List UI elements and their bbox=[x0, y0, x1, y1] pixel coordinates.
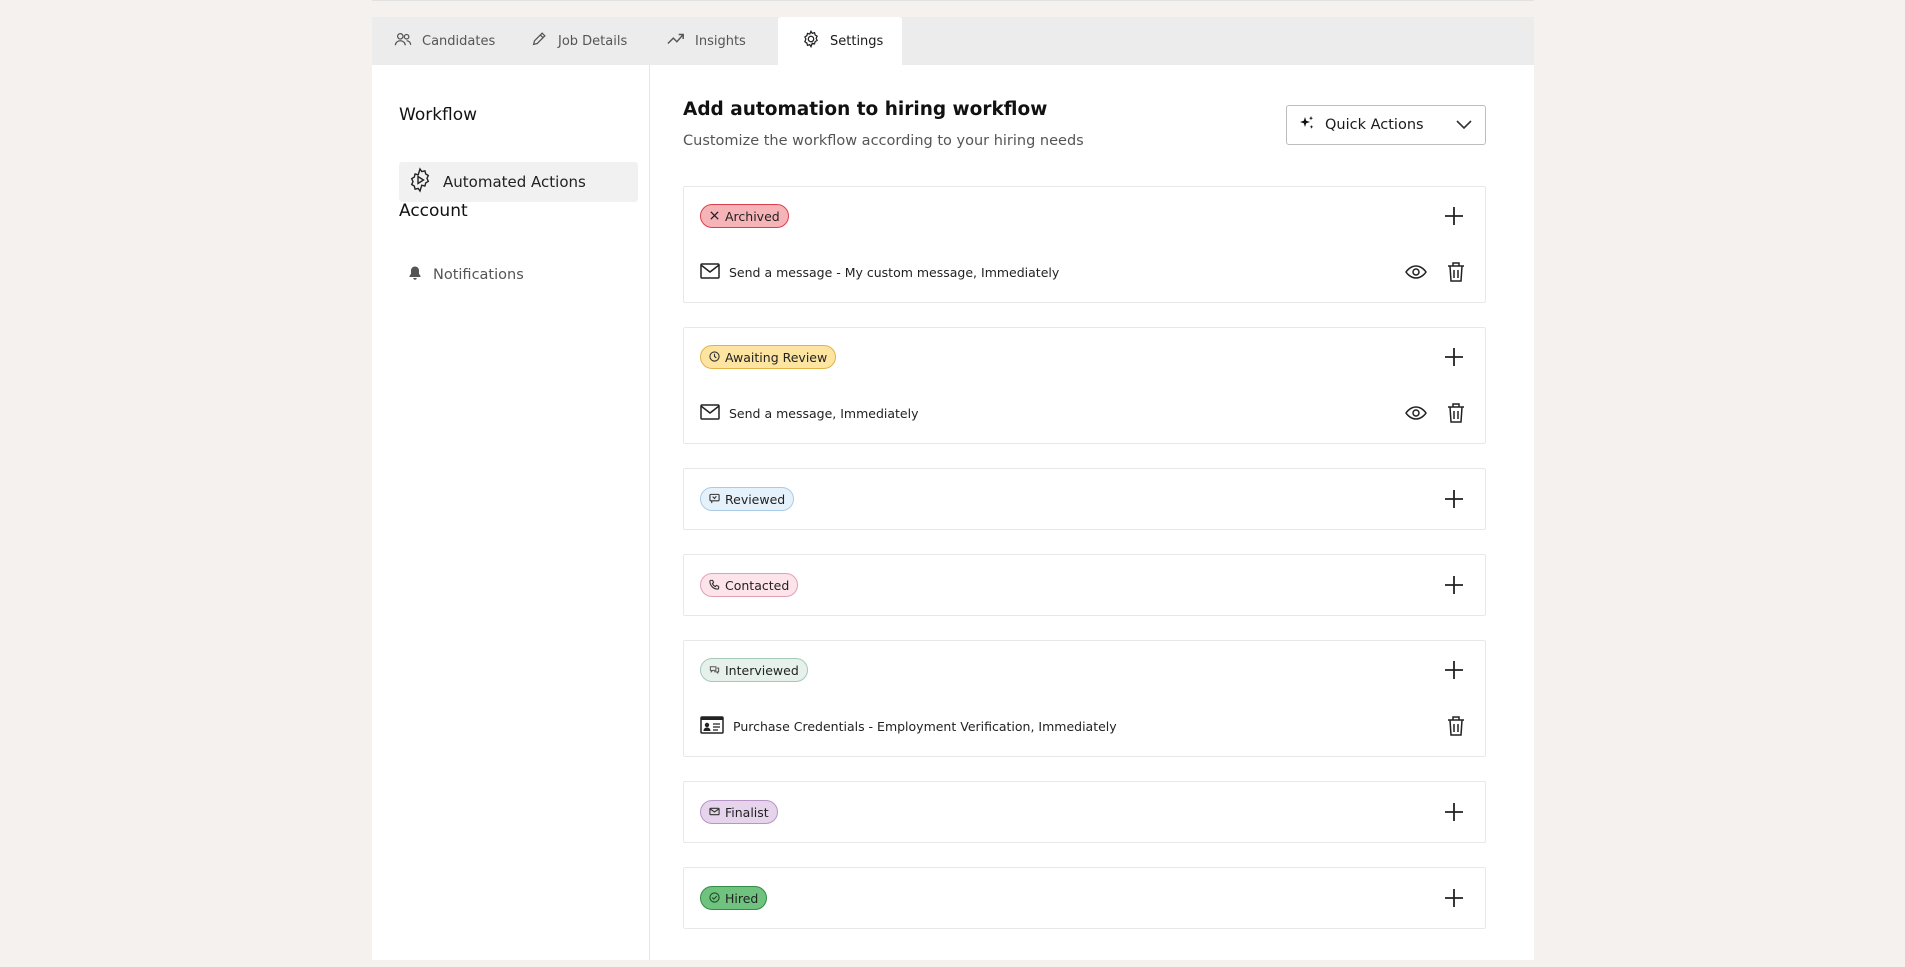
badge-label: Interviewed bbox=[725, 662, 799, 678]
status-badge: Reviewed bbox=[700, 487, 795, 511]
action-text: Send a message, Immediately bbox=[729, 405, 919, 421]
tab-bar: Candidates Job Details Insights Settings bbox=[372, 17, 1534, 65]
bell-icon bbox=[407, 265, 423, 285]
delete-button[interactable] bbox=[1443, 259, 1469, 285]
sidebar-heading-account: Account bbox=[399, 201, 468, 221]
status-badge: Finalist bbox=[700, 800, 778, 824]
app-window: Candidates Job Details Insights Settings… bbox=[372, 17, 1534, 960]
add-action-button[interactable] bbox=[1441, 344, 1467, 370]
quick-actions-dropdown[interactable]: Quick Actions bbox=[1286, 105, 1486, 145]
users-icon bbox=[394, 30, 412, 52]
stage-card-contacted: Contacted bbox=[683, 554, 1486, 616]
tab-label: Insights bbox=[695, 33, 746, 49]
sidebar-item-notifications[interactable]: Notifications bbox=[399, 255, 638, 295]
trend-icon bbox=[667, 30, 685, 52]
tab-label: Job Details bbox=[558, 33, 628, 49]
stage-card-hired: Hired bbox=[683, 867, 1486, 929]
sidebar-heading-workflow: Workflow bbox=[399, 105, 478, 125]
sparkle-icon bbox=[1299, 115, 1315, 135]
mail-icon bbox=[700, 403, 720, 423]
status-badge: Awaiting Review bbox=[700, 345, 837, 369]
stage-card-finalist: Finalist bbox=[683, 781, 1486, 843]
pencil-icon bbox=[530, 30, 548, 52]
delete-button[interactable] bbox=[1443, 713, 1469, 739]
page-subtitle: Customize the workflow according to your… bbox=[683, 133, 1084, 149]
badge-label: Reviewed bbox=[725, 491, 786, 507]
page-title: Add automation to hiring workflow bbox=[683, 99, 1048, 120]
action-row: Send a message - My custom message, Imme… bbox=[700, 257, 1469, 287]
x-icon bbox=[709, 209, 720, 224]
sidebar-item-label: Notifications bbox=[433, 267, 524, 283]
badge-label: Finalist bbox=[725, 804, 769, 820]
stage-card-awaiting-review: Awaiting Review Send a message, Immediat… bbox=[683, 327, 1486, 444]
chat-icon bbox=[709, 663, 720, 678]
badge-label: Contacted bbox=[725, 577, 790, 593]
action-text: Send a message - My custom message, Imme… bbox=[729, 264, 1060, 280]
add-action-button[interactable] bbox=[1441, 203, 1467, 229]
flag-icon bbox=[709, 492, 720, 507]
tab-insights[interactable]: Insights bbox=[662, 17, 762, 65]
add-action-button[interactable] bbox=[1441, 885, 1467, 911]
mail-icon bbox=[700, 262, 720, 282]
status-badge: Contacted bbox=[700, 573, 799, 597]
add-action-button[interactable] bbox=[1441, 657, 1467, 683]
badge-label: Awaiting Review bbox=[725, 349, 828, 365]
id-card-icon bbox=[700, 715, 724, 737]
view-button[interactable] bbox=[1403, 400, 1429, 426]
add-action-button[interactable] bbox=[1441, 572, 1467, 598]
stage-card-reviewed: Reviewed bbox=[683, 468, 1486, 530]
phone-icon bbox=[709, 578, 720, 593]
gear-icon bbox=[802, 30, 820, 52]
view-button[interactable] bbox=[1403, 259, 1429, 285]
delete-button[interactable] bbox=[1443, 400, 1469, 426]
tab-label: Candidates bbox=[422, 33, 496, 49]
sidebar-item-label: Automated Actions bbox=[443, 173, 586, 191]
status-badge: Hired bbox=[700, 886, 768, 910]
badge-label: Archived bbox=[725, 208, 780, 224]
clock-icon bbox=[709, 350, 720, 365]
add-action-button[interactable] bbox=[1441, 799, 1467, 825]
sidebar: Workflow Automated Actions Account Notif… bbox=[372, 65, 650, 960]
tab-candidates[interactable]: Candidates bbox=[372, 17, 520, 65]
check-circle-icon bbox=[709, 891, 720, 906]
stage-card-interviewed: Interviewed Purchase Credentials - Emplo… bbox=[683, 640, 1486, 757]
chevron-down-icon bbox=[1455, 118, 1473, 136]
action-row: Send a message, Immediately bbox=[700, 398, 1469, 428]
badge-label: Hired bbox=[725, 890, 759, 906]
play-gear-icon bbox=[407, 167, 433, 197]
sidebar-item-automated-actions[interactable]: Automated Actions bbox=[399, 162, 638, 202]
tab-job-details[interactable]: Job Details bbox=[520, 17, 650, 65]
tab-label: Settings bbox=[830, 33, 884, 49]
stage-card-archived: Archived Send a message - My custom mess… bbox=[683, 186, 1486, 303]
add-action-button[interactable] bbox=[1441, 486, 1467, 512]
status-badge: Archived bbox=[700, 204, 789, 228]
quick-actions-label: Quick Actions bbox=[1325, 117, 1424, 133]
mail-icon bbox=[709, 805, 720, 820]
action-text: Purchase Credentials - Employment Verifi… bbox=[733, 718, 1117, 734]
action-row: Purchase Credentials - Employment Verifi… bbox=[700, 711, 1469, 741]
status-badge: Interviewed bbox=[700, 658, 808, 682]
tab-settings[interactable]: Settings bbox=[778, 17, 902, 65]
